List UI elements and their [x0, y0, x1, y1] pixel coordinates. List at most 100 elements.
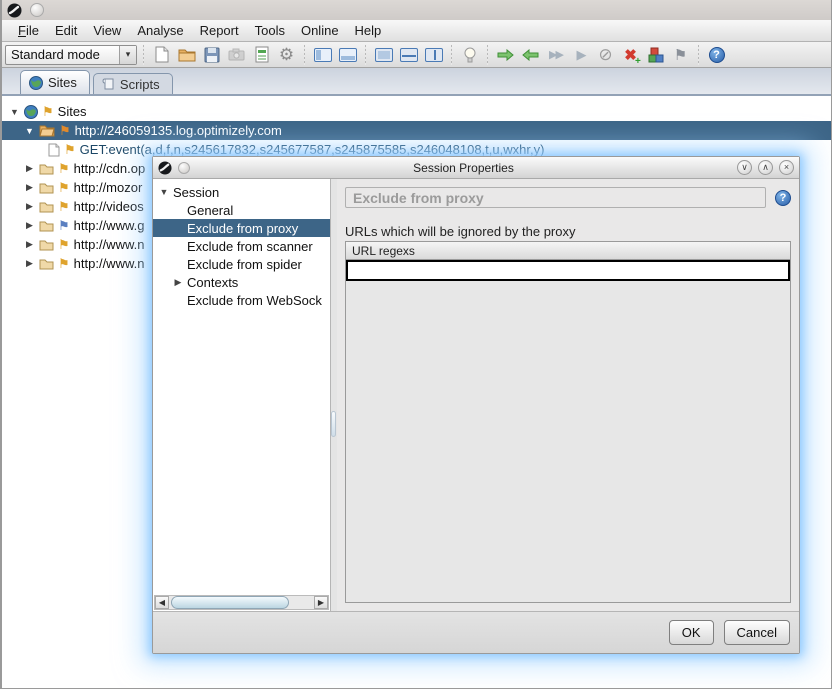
help-icon[interactable]: ? — [775, 190, 791, 206]
manage-addons-icon[interactable] — [644, 43, 667, 66]
persist-session-icon[interactable] — [200, 43, 223, 66]
dialog-tree-hscrollbar[interactable]: ◀ ▶ — [154, 595, 329, 610]
flag-icon: ⚑ — [58, 162, 70, 175]
menu-tools[interactable]: Tools — [247, 21, 293, 40]
step-icon[interactable]: ▶▶ — [544, 43, 567, 66]
dialog-tree-exclude-websockets[interactable]: Exclude from WebSock — [153, 291, 330, 309]
dialog-tree-label: Exclude from scanner — [187, 239, 313, 254]
close-button[interactable]: × — [779, 160, 794, 175]
flag-icon[interactable]: ⚑ — [669, 43, 692, 66]
maximize-panel-icon[interactable] — [372, 43, 395, 66]
flag-icon: ⚑ — [59, 124, 71, 137]
unshade-button[interactable]: ∧ — [758, 160, 773, 175]
expander-closed-icon[interactable]: ▶ — [24, 239, 35, 250]
dialog-tree-label: Session — [173, 185, 219, 200]
tab-scripts[interactable]: Scripts — [93, 73, 173, 94]
mode-selector[interactable]: Standard mode ▾ — [5, 45, 137, 65]
dialog-titlebar[interactable]: Session Properties ∨ ∧ × — [153, 157, 799, 179]
exclude-from-proxy-panel: Exclude from proxy ? URLs which will be … — [337, 179, 799, 611]
toolbar-separator — [487, 45, 488, 65]
navigate-back-icon[interactable] — [519, 43, 542, 66]
toolbar-separator — [698, 45, 699, 65]
break-icon[interactable]: ⊘ — [594, 43, 617, 66]
tab-sites[interactable]: Sites — [20, 70, 90, 94]
window-titlebar — [2, 0, 831, 20]
tree-row-selected-site[interactable]: ▼ ⚑ http://246059135.log.optimizely.com — [2, 121, 831, 140]
shade-button[interactable]: ∨ — [737, 160, 752, 175]
globe-icon — [29, 76, 43, 90]
menu-edit[interactable]: Edit — [47, 21, 85, 40]
folder-icon — [39, 258, 54, 270]
expander-closed-icon[interactable]: ▶ — [24, 220, 35, 231]
dialog-menu-orb-icon[interactable] — [178, 162, 190, 174]
delete-alerts-icon[interactable]: ✖+ — [619, 43, 642, 66]
dialog-tree-general[interactable]: General — [153, 201, 330, 219]
splitter-handle[interactable] — [331, 411, 336, 437]
hint-bulb-icon[interactable] — [458, 43, 481, 66]
navigate-forward-icon[interactable] — [494, 43, 517, 66]
dialog-tree-label: General — [187, 203, 233, 218]
menu-view[interactable]: View — [85, 21, 129, 40]
menu-report[interactable]: Report — [192, 21, 247, 40]
flag-icon: ⚑ — [58, 200, 70, 213]
expander-closed-icon[interactable]: ▶ — [24, 258, 35, 269]
zap-logo-icon — [7, 3, 22, 18]
dialog-button-bar: OK Cancel — [153, 611, 799, 653]
ok-button[interactable]: OK — [669, 620, 714, 645]
expander-closed-icon[interactable]: ▶ — [24, 163, 35, 174]
tree-row-sites-root[interactable]: ▼ ⚑ Sites — [2, 102, 831, 121]
snapshot-icon — [225, 43, 248, 66]
split-horizontal-icon[interactable] — [397, 43, 420, 66]
tree-row-label: http://www.g — [74, 218, 145, 233]
new-session-icon[interactable] — [150, 43, 173, 66]
tab-sites-label: Sites — [48, 75, 77, 90]
dialog-tree-label: Contexts — [187, 275, 238, 290]
folder-icon — [39, 182, 54, 194]
page-icon — [48, 143, 60, 157]
zap-main-window: File Edit View Analyse Report Tools Onli… — [0, 0, 832, 689]
expander-open-icon[interactable]: ▼ — [159, 187, 169, 197]
menu-online[interactable]: Online — [293, 21, 347, 40]
expander-closed-icon[interactable]: ▶ — [24, 182, 35, 193]
scrollbar-thumb[interactable] — [171, 596, 289, 609]
menu-help[interactable]: Help — [347, 21, 390, 40]
tree-row-label: http://videos — [74, 199, 144, 214]
expander-open-icon[interactable]: ▼ — [9, 107, 20, 117]
generate-report-icon[interactable] — [250, 43, 273, 66]
scroll-right-icon[interactable]: ▶ — [314, 596, 328, 609]
folder-icon — [39, 201, 54, 213]
open-session-icon[interactable] — [175, 43, 198, 66]
tree-row-label: Sites — [58, 104, 87, 119]
cancel-button[interactable]: Cancel — [724, 620, 790, 645]
options-gear-icon[interactable]: ⚙ — [275, 43, 298, 66]
table-header[interactable]: URL regexs — [346, 242, 790, 260]
table-empty-row[interactable] — [346, 260, 790, 281]
folder-icon — [39, 163, 54, 175]
dialog-tree-exclude-spider[interactable]: Exclude from spider — [153, 255, 330, 273]
help-icon[interactable]: ? — [705, 43, 728, 66]
window-menu-orb-icon[interactable] — [30, 3, 44, 17]
zap-logo-icon — [158, 161, 172, 175]
response-panel-icon[interactable] — [336, 43, 359, 66]
dialog-tree-label: Exclude from proxy — [187, 221, 298, 236]
scroll-left-icon[interactable]: ◀ — [155, 596, 169, 609]
tree-row-label: GET:event(a,d,f,n,s245617832,s245677587,… — [80, 142, 545, 157]
history-panel-icon[interactable] — [311, 43, 334, 66]
dialog-tree-contexts[interactable]: ▶ Contexts — [153, 273, 330, 291]
dialog-tree-session[interactable]: ▼ Session — [153, 183, 330, 201]
expander-closed-icon[interactable]: ▶ — [24, 201, 35, 212]
continue-icon[interactable]: ▶ — [569, 43, 592, 66]
dialog-tree-exclude-scanner[interactable]: Exclude from scanner — [153, 237, 330, 255]
expander-closed-icon[interactable]: ▶ — [173, 277, 183, 288]
main-toolbar: Standard mode ▾ ⚙ — [2, 42, 831, 68]
dialog-tree: ▼ Session General Exclude from proxy Exc… — [153, 179, 331, 611]
split-vertical-icon[interactable] — [422, 43, 445, 66]
menu-analyse[interactable]: Analyse — [129, 21, 191, 40]
menu-file[interactable]: File — [10, 21, 47, 40]
toolbar-separator — [143, 45, 144, 65]
expander-open-icon[interactable]: ▼ — [24, 126, 35, 136]
dialog-tree-exclude-proxy[interactable]: Exclude from proxy — [153, 219, 330, 237]
url-regex-table[interactable]: URL regexs — [345, 241, 791, 603]
flag-icon: ⚑ — [58, 257, 70, 270]
panel-title-box: Exclude from proxy — [345, 187, 766, 208]
